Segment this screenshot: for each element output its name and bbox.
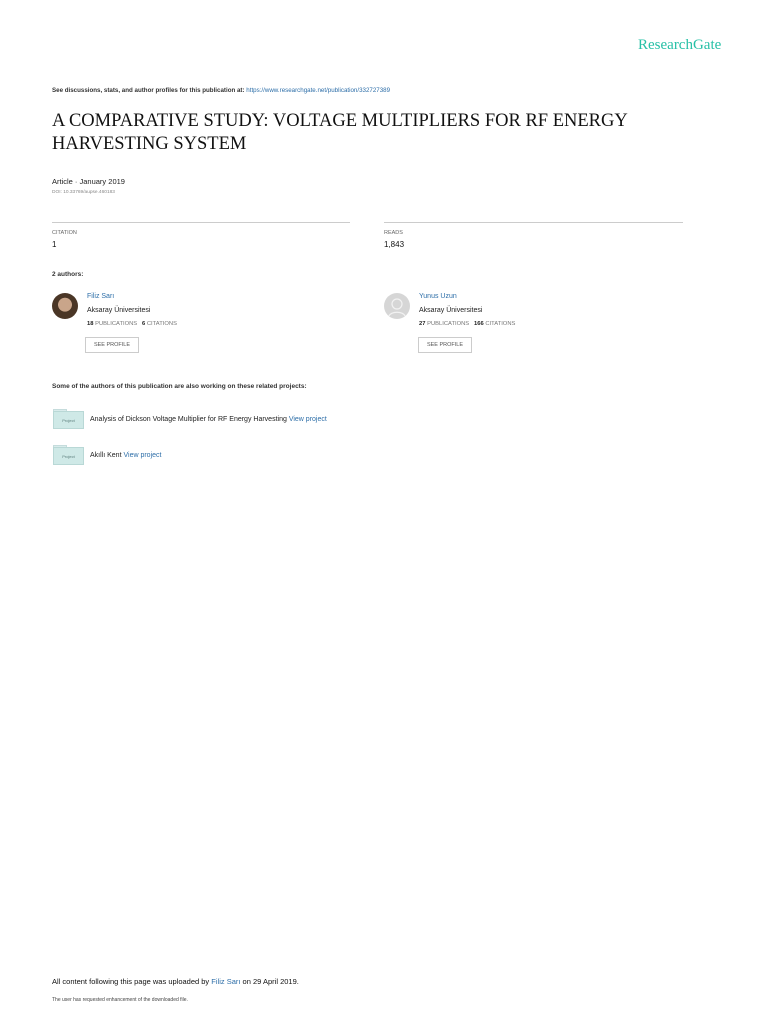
citations-count: 6	[142, 321, 146, 327]
citations-count: 166	[474, 321, 484, 327]
discussion-line: See discussions, stats, and author profi…	[52, 87, 390, 94]
project-folder-icon: Project	[53, 445, 84, 465]
publications-count: 18	[87, 321, 94, 327]
doi: DOI: 10.33769/aupse.460183	[52, 190, 115, 195]
upload-note: All content following this page was uplo…	[52, 977, 299, 986]
citations-label: CITATIONS	[485, 321, 516, 327]
authors-label: 2 authors:	[52, 271, 84, 278]
publication-link[interactable]: https://www.researchgate.net/publication…	[246, 87, 390, 94]
discussion-text: See discussions, stats, and author profi…	[52, 87, 245, 94]
related-projects-label: Some of the authors of this publication …	[52, 383, 307, 390]
project-folder-icon: Project	[53, 409, 84, 429]
uploader-link[interactable]: Filiz Sarı	[211, 977, 240, 986]
publications-count: 27	[419, 321, 426, 327]
citations-label: CITATIONS	[146, 321, 177, 327]
author-avatar-photo[interactable]	[52, 293, 78, 319]
view-project-link[interactable]: View project	[289, 416, 327, 423]
divider	[52, 222, 350, 223]
citation-count: 1	[52, 240, 57, 249]
publications-label: PUBLICATIONS	[95, 321, 138, 327]
see-profile-button[interactable]: SEE PROFILE	[85, 337, 139, 353]
article-meta: Article · January 2019	[52, 177, 125, 186]
author-stats: 18 PUBLICATIONS 6 CITATIONS	[87, 321, 177, 327]
upload-date: on 29 April 2019.	[242, 977, 299, 986]
researchgate-logo[interactable]: ResearchGate	[638, 37, 721, 54]
reads-label: READS	[384, 230, 403, 236]
author-stats: 27 PUBLICATIONS 166 CITATIONS	[419, 321, 515, 327]
view-project-link[interactable]: View project	[123, 452, 161, 459]
footnote: The user has requested enhancement of th…	[52, 997, 188, 1003]
publications-label: PUBLICATIONS	[427, 321, 470, 327]
project-icon-label: Project	[53, 411, 84, 429]
divider	[384, 222, 683, 223]
author-name-link[interactable]: Filiz Sarı	[87, 293, 114, 300]
default-avatar-icon[interactable]	[384, 293, 410, 319]
paper-title: A COMPARATIVE STUDY: VOLTAGE MULTIPLIERS…	[52, 111, 628, 154]
project-icon-label: Project	[53, 447, 84, 465]
project-title: Akıllı Kent	[90, 452, 122, 459]
project-item: Akıllı Kent View project	[90, 452, 161, 459]
author-name-link[interactable]: Yunus Uzun	[419, 293, 457, 300]
citation-label: CITATION	[52, 230, 77, 236]
cover-page: ResearchGate See discussions, stats, and…	[0, 0, 768, 1024]
see-profile-button[interactable]: SEE PROFILE	[418, 337, 472, 353]
project-item: Analysis of Dickson Voltage Multiplier f…	[90, 416, 327, 423]
author-institution: Aksaray Üniversitesi	[419, 307, 483, 314]
reads-count: 1,843	[384, 240, 405, 249]
project-title: Analysis of Dickson Voltage Multiplier f…	[90, 416, 287, 423]
author-institution: Aksaray Üniversitesi	[87, 307, 151, 314]
upload-prefix: All content following this page was uplo…	[52, 977, 210, 986]
